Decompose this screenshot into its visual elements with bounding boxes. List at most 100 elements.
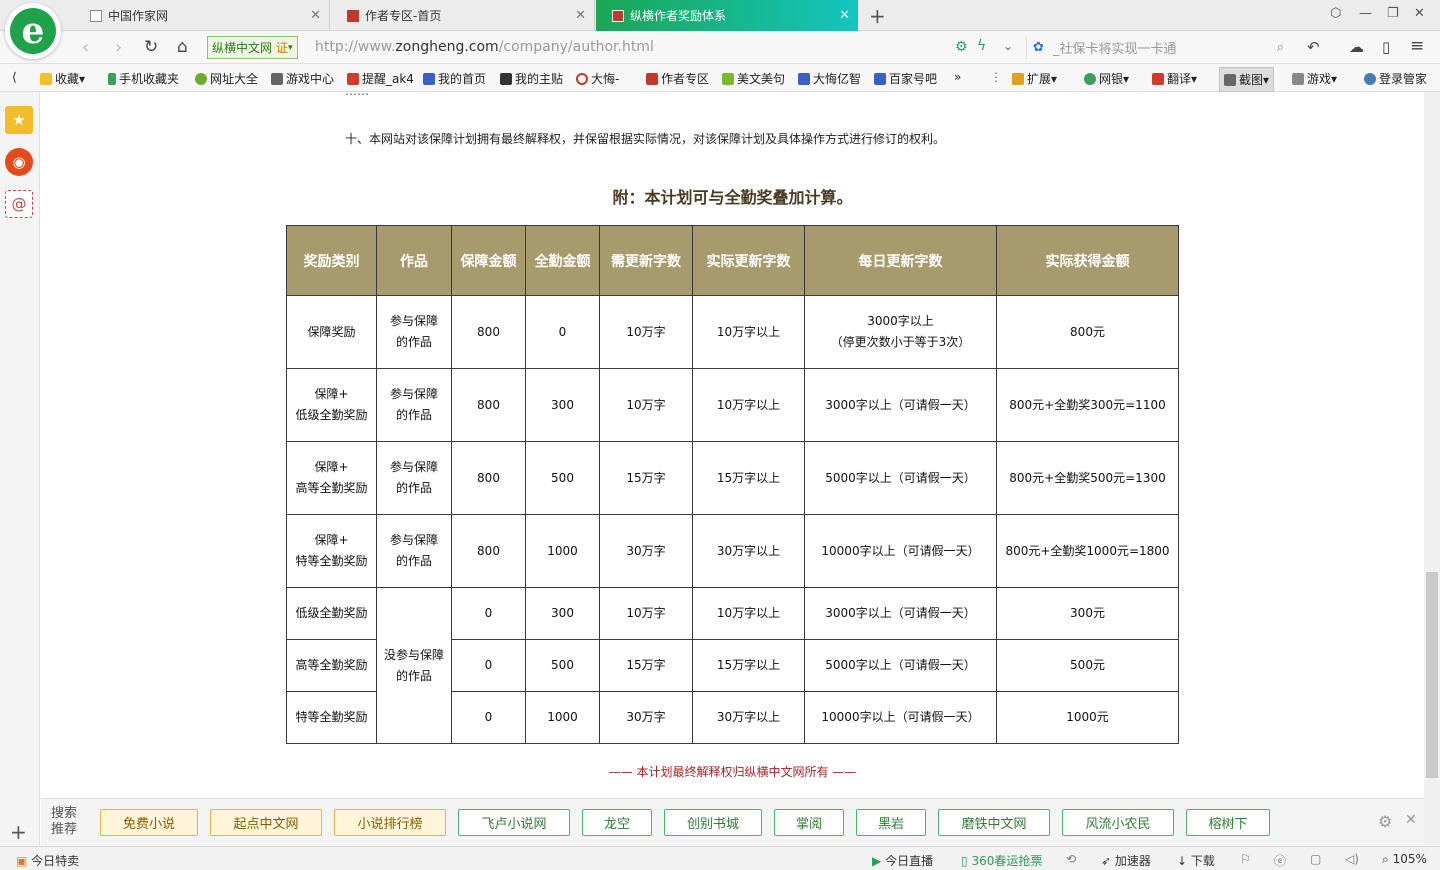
bookmark-shoucang[interactable]: 收藏 ▾ xyxy=(40,70,85,87)
bookmark-tixing[interactable]: 提醒_ak4 xyxy=(347,70,414,87)
tab-zhongguozuojia[interactable]: 中国作家网 ✕ xyxy=(74,0,330,31)
cell-earn: 500元 xyxy=(996,639,1179,692)
vertical-dots-icon[interactable]: ⋮ xyxy=(990,70,1002,84)
mail-icon[interactable]: @ xyxy=(5,190,33,218)
star-icon[interactable]: ★ xyxy=(5,106,33,134)
recommend-link[interactable]: 掌阅 xyxy=(774,809,844,836)
cell-actual: 10万字以上 xyxy=(692,368,805,442)
cell-actual: 10万字以上 xyxy=(692,295,805,369)
security-icon[interactable]: ⚙ xyxy=(955,39,968,55)
forward-button[interactable]: › xyxy=(115,37,122,58)
cell-need: 10万字 xyxy=(599,368,693,442)
vertical-scrollbar[interactable] xyxy=(1424,92,1440,846)
tab-label: 作者专区-首页 xyxy=(365,9,442,23)
cell-attend: 1000 xyxy=(525,514,600,588)
bookmark-zuozhezhuanqu[interactable]: 作者专区 xyxy=(646,70,709,87)
cell-guarantee: 0 xyxy=(451,691,526,744)
close-icon[interactable]: ✕ xyxy=(310,8,321,23)
ticket-label: 360春运抢票 xyxy=(971,854,1043,868)
skin-icon[interactable]: ⬡ xyxy=(1330,6,1341,21)
recommend-link[interactable]: 风流小农民 xyxy=(1062,809,1174,836)
bookmark-label: 作者专区 xyxy=(661,72,710,86)
close-icon[interactable]: ✕ xyxy=(1405,812,1417,828)
recommend-link[interactable]: 榕树下 xyxy=(1186,809,1270,836)
cell-daily: 10000字以上（可请假一天） xyxy=(804,691,997,744)
ie-icon[interactable]: ⓔ xyxy=(1274,852,1286,869)
lightning-icon[interactable]: ϟ xyxy=(977,38,986,54)
bookmark-mobile[interactable]: 手机收藏夹 xyxy=(108,70,179,87)
download-button[interactable]: ↓ 下载 xyxy=(1177,852,1215,869)
recommend-link[interactable]: 飞卢小说网 xyxy=(458,809,570,836)
toolbar-wangyin[interactable]: 网银 ▾ xyxy=(1084,70,1129,87)
bookmark-wodeshouye[interactable]: 我的首页 xyxy=(423,70,486,87)
cloud-icon[interactable]: ☁ xyxy=(1349,38,1364,56)
maximize-button[interactable]: ❐ xyxy=(1387,6,1399,21)
minimize-button[interactable]: — xyxy=(1359,6,1372,21)
accelerator-button[interactable]: ➶ 加速器 xyxy=(1101,852,1151,869)
add-icon[interactable]: + xyxy=(10,820,27,844)
home-button[interactable]: ⌂ xyxy=(177,37,188,57)
sound-icon[interactable]: ◁) xyxy=(1345,852,1359,866)
search-icon[interactable]: ⌕ xyxy=(1277,40,1284,55)
bookmark-dahuiyizhi[interactable]: 大悔亿智 xyxy=(798,70,861,87)
toolbar-kuozhan[interactable]: 扩展 ▾ xyxy=(1012,70,1057,87)
toolbar-label: 网银 xyxy=(1099,72,1124,86)
today-sale[interactable]: ▣ 今日特卖 xyxy=(16,852,79,869)
history-icon[interactable]: ⟲ xyxy=(1066,852,1076,866)
recommend-link[interactable]: 创别书城 xyxy=(664,809,762,836)
bookmark-dahui[interactable]: 大悔 - xyxy=(576,70,619,87)
search-input[interactable]: ✿ _社保卡将实现一卡通 ⌕ xyxy=(1026,36,1288,59)
recommend-link[interactable]: 黑岩 xyxy=(856,809,926,836)
cell-need: 30万字 xyxy=(599,691,693,744)
toolbar-fanyi[interactable]: 翻译 ▾ xyxy=(1152,70,1197,87)
ticket-button[interactable]: ▯ 360春运抢票 xyxy=(961,852,1042,869)
live-button[interactable]: ▶ 今日直播 xyxy=(872,852,933,869)
phone-icon[interactable]: ▯ xyxy=(1382,38,1390,56)
tab-reward-system[interactable]: 纵横作者奖励体系 ✕ xyxy=(596,0,858,31)
chevron-down-icon[interactable]: ⌄ xyxy=(1003,39,1013,53)
scrollbar-thumb[interactable] xyxy=(1426,572,1438,778)
flag-icon[interactable]: ⚐ xyxy=(1240,852,1251,866)
bookmark-wangzhi[interactable]: 网址大全 xyxy=(195,70,258,87)
toolbar-jietu[interactable]: 截图 ▾ xyxy=(1219,67,1275,92)
close-icon[interactable]: ✕ xyxy=(575,8,586,23)
url-path: /company/author.html xyxy=(498,39,654,55)
recommend-link[interactable]: 起点中文网 xyxy=(210,809,322,836)
undo-icon[interactable]: ↶ xyxy=(1307,38,1320,56)
close-window-button[interactable]: ✕ xyxy=(1414,6,1425,21)
bookmark-more[interactable]: » xyxy=(954,70,961,84)
cell-guarantee: 0 xyxy=(451,587,526,640)
menu-icon[interactable]: ≡ xyxy=(1410,36,1424,56)
toolbar-youxi[interactable]: 游戏 ▾ xyxy=(1292,70,1337,87)
toolbar-label: 截图 xyxy=(1239,73,1264,87)
refresh-button[interactable]: ↻ xyxy=(144,37,158,57)
close-icon[interactable]: ✕ xyxy=(839,8,850,23)
toolbar-denglu[interactable]: 登录管家 xyxy=(1364,70,1427,87)
bookmarks-bar: ⟨ 收藏 ▾ 手机收藏夹 网址大全 游戏中心 提醒_ak4 我的首页 我的主贴 … xyxy=(0,64,1440,92)
recommend-link[interactable]: 小说排行榜 xyxy=(334,809,446,836)
url-input[interactable]: http://www.zongheng.com/company/author.h… xyxy=(315,39,654,55)
cell-earn: 300元 xyxy=(996,587,1179,640)
settings-icon[interactable]: ⚙ xyxy=(1378,812,1392,831)
bookmark-wodezhutie[interactable]: 我的主贴 xyxy=(500,70,563,87)
zoom-control[interactable]: ⌕ 105% xyxy=(1382,852,1427,867)
cell-daily: 3000字以上（可请假一天） xyxy=(804,368,997,442)
window-icon[interactable]: ▢ xyxy=(1310,852,1321,866)
bookmark-toggle[interactable]: ⟨ xyxy=(12,70,17,84)
accel-label: 加速器 xyxy=(1114,854,1151,868)
back-button[interactable]: ‹ xyxy=(82,37,89,58)
browser-logo[interactable]: e xyxy=(5,3,61,59)
recommend-link[interactable]: 免费小说 xyxy=(100,809,198,836)
cell-need: 15万字 xyxy=(599,441,693,515)
zoom-label: 105% xyxy=(1392,852,1427,866)
bookmark-baijiahao[interactable]: 百家号吧 xyxy=(874,70,937,87)
new-tab-button[interactable]: + xyxy=(869,4,886,28)
bookmark-youxi[interactable]: 游戏中心 xyxy=(271,70,334,87)
weibo-icon[interactable]: ◉ xyxy=(5,148,33,176)
recommend-link[interactable]: 龙空 xyxy=(582,809,652,836)
bookmark-meiwen[interactable]: 美文美句 xyxy=(722,70,785,87)
tab-author-home[interactable]: 作者专区-首页 ✕ xyxy=(331,0,595,31)
recommend-link[interactable]: 磨铁中文网 xyxy=(938,809,1050,836)
site-identity-badge[interactable]: 纵横中文网证 ▾ xyxy=(207,36,298,59)
toolbar-label: 翻译 xyxy=(1167,72,1192,86)
